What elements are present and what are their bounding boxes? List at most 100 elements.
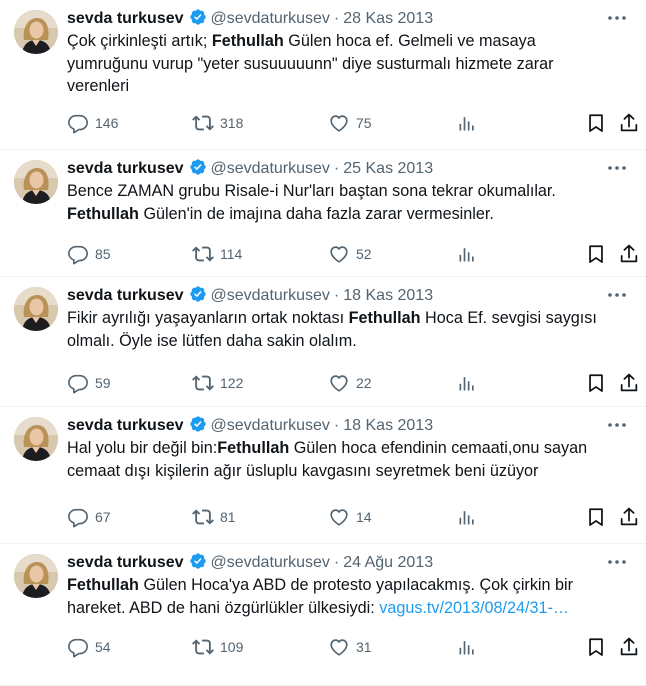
retweet-count: 114 [220,246,243,262]
tweet[interactable]: sevda turkusev @sevdaturkusev · 24 Ağu 2013… [0,544,646,686]
bookmark-button[interactable] [585,242,607,266]
author-name[interactable]: sevda turkusev [67,287,184,304]
tweet[interactable]: sevda turkusev @sevdaturkusev · 18 Kas 2013… [0,407,646,544]
share-button[interactable] [618,111,640,135]
tweet[interactable]: sevda turkusev @sevdaturkusev · 25 Kas 2013… [0,150,646,277]
like-button[interactable]: 52 [328,242,372,266]
views-icon [457,637,477,657]
author-handle[interactable]: @sevdaturkusev [211,287,330,304]
tweet-text: Fethullah Gülen Hoca'ya ABD de protesto … [67,574,610,619]
tweet-feed: sevda turkusev @sevdaturkusev · 28 Kas 2013… [0,0,646,686]
author-name[interactable]: sevda turkusev [67,160,184,177]
more-icon[interactable] [606,8,628,28]
avatar[interactable] [14,417,58,461]
like-button[interactable]: 22 [328,371,372,395]
tweet[interactable]: sevda turkusev @sevdaturkusev · 18 Kas 2013… [0,277,646,407]
tweet-text: Çok çirkinleşti artık; Fethullah Gülen h… [67,30,610,98]
bookmark-button[interactable] [585,635,607,659]
bookmark-icon [585,112,607,134]
retweet-button[interactable]: 122 [192,371,243,395]
share-button[interactable] [618,505,640,529]
like-count: 22 [356,375,372,391]
reply-count: 67 [95,509,111,525]
views-button[interactable] [457,242,477,266]
like-count: 75 [356,115,372,131]
tweet-text-segment: Bence ZAMAN grubu Risale-i Nur'ları başt… [67,182,556,200]
avatar[interactable] [14,10,58,54]
reply-count: 146 [95,115,119,131]
share-button[interactable] [618,242,640,266]
author-name[interactable]: sevda turkusev [67,417,184,434]
views-icon [457,507,477,527]
more-icon[interactable] [606,552,628,572]
tweet-text: Hal yolu bir değil bin:Fethullah Gülen h… [67,437,610,482]
reply-button[interactable]: 54 [67,635,111,659]
tweet-header: sevda turkusev @sevdaturkusev · 18 Kas 2013 [67,285,586,307]
retweet-count: 122 [220,375,244,391]
reply-button[interactable]: 85 [67,242,111,266]
tweet-actions: 85 114 52 [67,242,638,266]
separator-dot: · [333,160,340,177]
like-button[interactable]: 75 [328,111,372,135]
bookmark-button[interactable] [585,371,607,395]
tweet-text-segment: Çok çirkinleşti artık; [67,32,212,50]
separator-dot: · [333,554,340,571]
views-button[interactable] [457,635,477,659]
views-button[interactable] [457,111,477,135]
avatar[interactable] [14,554,58,598]
tweet-date[interactable]: 24 Ağu 2013 [343,554,433,571]
retweet-button[interactable]: 81 [192,505,236,529]
author-name[interactable]: sevda turkusev [67,554,184,571]
tweet-date[interactable]: 28 Kas 2013 [343,10,433,27]
highlighted-keyword: Fethullah [67,204,139,223]
reply-icon [67,506,89,528]
share-icon [618,243,640,265]
tweet-date[interactable]: 18 Kas 2013 [343,287,433,304]
share-icon [618,372,640,394]
tweet-actions: 54 109 31 [67,635,638,659]
reply-button[interactable]: 67 [67,505,111,529]
more-icon[interactable] [606,158,628,178]
views-button[interactable] [457,371,477,395]
tweet-link[interactable]: vagus.tv/2013/08/24/31-… [379,599,569,617]
tweet-actions: 67 81 14 [67,505,638,529]
reply-button[interactable]: 59 [67,371,111,395]
more-icon[interactable] [606,415,628,435]
bookmark-icon [585,636,607,658]
like-icon [328,243,350,265]
tweet-text-segment: Gülen'in de imajına daha fazla zarar ver… [138,204,494,223]
bookmark-icon [585,506,607,528]
tweet-date[interactable]: 18 Kas 2013 [343,417,433,434]
author-handle[interactable]: @sevdaturkusev [211,10,330,27]
share-button[interactable] [618,635,640,659]
views-button[interactable] [457,505,477,529]
tweet[interactable]: sevda turkusev @sevdaturkusev · 28 Kas 2013… [0,0,646,150]
views-icon [457,113,477,133]
tweet-date[interactable]: 25 Kas 2013 [343,160,433,177]
tweet-text: Bence ZAMAN grubu Risale-i Nur'ları başt… [67,180,610,225]
tweet-header: sevda turkusev @sevdaturkusev · 24 Ağu 2013 [67,552,586,574]
retweet-button[interactable]: 318 [192,111,243,135]
tweet-actions: 59 122 22 [67,371,638,395]
retweet-icon [192,506,214,528]
like-button[interactable]: 31 [328,635,372,659]
like-button[interactable]: 14 [328,505,372,529]
like-icon [328,506,350,528]
like-count: 31 [356,639,372,655]
retweet-button[interactable]: 114 [192,242,242,266]
author-name[interactable]: sevda turkusev [67,10,184,27]
avatar[interactable] [14,287,58,331]
reply-button[interactable]: 146 [67,111,118,135]
bookmark-button[interactable] [585,505,607,529]
author-handle[interactable]: @sevdaturkusev [211,554,330,571]
like-count: 14 [356,509,372,525]
share-button[interactable] [618,371,640,395]
reply-count: 59 [95,375,111,391]
retweet-count: 81 [220,509,236,525]
more-icon[interactable] [606,285,628,305]
author-handle[interactable]: @sevdaturkusev [211,160,330,177]
avatar[interactable] [14,160,58,204]
author-handle[interactable]: @sevdaturkusev [211,417,330,434]
retweet-button[interactable]: 109 [192,635,243,659]
bookmark-button[interactable] [585,111,607,135]
